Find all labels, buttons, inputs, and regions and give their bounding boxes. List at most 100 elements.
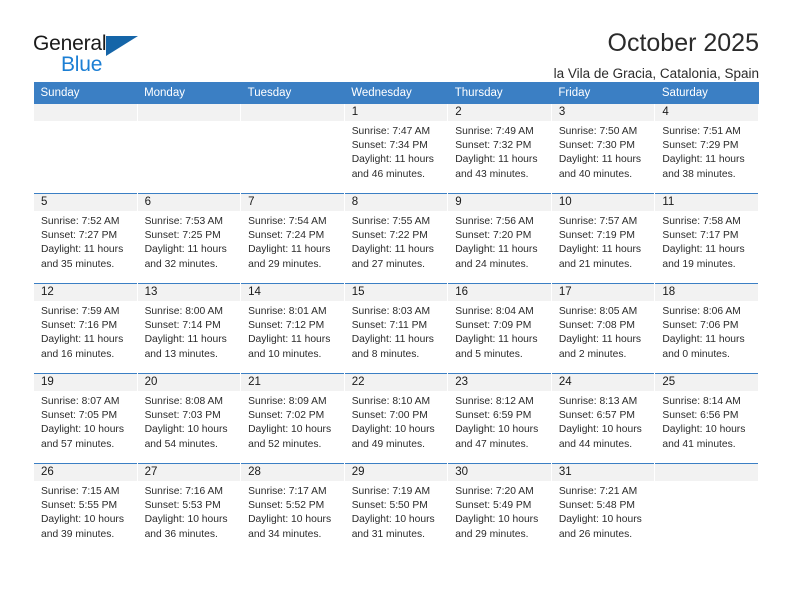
calendar-day-cell[interactable]: 28 Sunrise: 7:17 AM Sunset: 5:52 PM Dayligh… [240,463,345,553]
sunset-text: Sunset: 7:05 PM [41,410,118,422]
day-details: Sunrise: 8:01 AM Sunset: 7:12 PM Daylight:… [241,301,344,362]
day-details: Sunrise: 8:06 AM Sunset: 7:06 PM Daylight:… [655,301,758,362]
calendar-day-cell[interactable]: 11 Sunrise: 7:58 AM Sunset: 7:17 PM Dayligh… [654,193,759,284]
day-details: Sunrise: 7:54 AM Sunset: 7:24 PM Daylight:… [241,211,344,272]
day-number [241,104,344,121]
day-number: 25 [655,374,758,391]
sunset-text: Sunset: 5:49 PM [455,500,532,512]
daylight-text: Daylight: 11 hours and 40 minutes. [558,154,642,180]
generalblue-logo[interactable]: General Blue [33,28,153,76]
day-details: Sunrise: 7:16 AM Sunset: 5:53 PM Daylight:… [138,481,241,542]
calendar-day-cell[interactable]: 18 Sunrise: 8:06 AM Sunset: 7:06 PM Dayligh… [654,283,759,374]
sunrise-text: Sunrise: 8:06 AM [662,306,741,317]
day-number: 19 [34,374,137,391]
calendar-day-cell[interactable]: 7 Sunrise: 7:54 AM Sunset: 7:24 PM Daylight… [240,193,345,284]
daylight-text: Daylight: 11 hours and 27 minutes. [351,244,434,270]
daylight-text: Daylight: 10 hours and 41 minutes. [662,424,746,450]
calendar-week-row: 26 Sunrise: 7:15 AM Sunset: 5:55 PM Dayligh… [33,463,759,553]
sunrise-text: Sunrise: 7:52 AM [41,216,120,227]
sunset-text: Sunset: 7:20 PM [455,230,532,242]
sunrise-text: Sunrise: 8:00 AM [144,306,223,317]
calendar-day-cell[interactable]: 15 Sunrise: 8:03 AM Sunset: 7:11 PM Dayligh… [343,283,449,374]
daylight-text: Daylight: 11 hours and 0 minutes. [662,334,745,360]
sunset-text: Sunset: 7:14 PM [144,320,221,332]
daylight-text: Daylight: 10 hours and 49 minutes. [351,424,435,450]
calendar-day-cell[interactable]: 30 Sunrise: 7:20 AM Sunset: 5:49 PM Dayligh… [447,463,552,553]
calendar-day-cell[interactable]: 22 Sunrise: 8:10 AM Sunset: 7:00 PM Dayligh… [343,373,449,464]
day-number: 28 [241,464,344,481]
sunrise-text: Sunrise: 8:08 AM [144,396,223,407]
sunset-text: Sunset: 7:25 PM [144,230,221,242]
daylight-text: Daylight: 11 hours and 24 minutes. [455,244,538,270]
calendar-day-cell[interactable]: 12 Sunrise: 7:59 AM Sunset: 7:16 PM Dayligh… [33,283,138,374]
daylight-text: Daylight: 10 hours and 44 minutes. [558,424,642,450]
calendar-day-cell[interactable]: 10 Sunrise: 7:57 AM Sunset: 7:19 PM Dayligh… [550,193,656,284]
calendar-day-cell[interactable]: 31 Sunrise: 7:21 AM Sunset: 5:48 PM Dayligh… [550,463,656,553]
sunrise-text: Sunrise: 7:19 AM [351,486,431,497]
sunrise-text: Sunrise: 7:50 AM [558,126,638,137]
calendar-day-cell[interactable]: 2 Sunrise: 7:49 AM Sunset: 7:32 PM Daylight… [447,104,552,194]
day-details: Sunrise: 7:15 AM Sunset: 5:55 PM Daylight:… [34,481,137,542]
day-details: Sunrise: 8:04 AM Sunset: 7:09 PM Daylight:… [448,301,551,362]
calendar-day-cell[interactable]: 17 Sunrise: 8:05 AM Sunset: 7:08 PM Dayligh… [550,283,656,374]
day-details: Sunrise: 7:53 AM Sunset: 7:25 PM Daylight:… [138,211,241,272]
calendar-day-cell[interactable]: 29 Sunrise: 7:19 AM Sunset: 5:50 PM Dayligh… [343,463,449,553]
weekday-header-saturday: Saturday [654,82,759,104]
calendar-day-cell[interactable]: 19 Sunrise: 8:07 AM Sunset: 7:05 PM Dayligh… [33,373,138,464]
calendar-day-cell[interactable]: 21 Sunrise: 8:09 AM Sunset: 7:02 PM Dayligh… [240,373,345,464]
calendar-day-cell[interactable]: 3 Sunrise: 7:50 AM Sunset: 7:30 PM Daylight… [550,104,656,194]
calendar-day-cell[interactable]: 14 Sunrise: 8:01 AM Sunset: 7:12 PM Dayligh… [240,283,345,374]
daylight-text: Daylight: 10 hours and 36 minutes. [144,514,228,540]
day-number: 3 [551,104,655,121]
sunset-text: Sunset: 5:53 PM [144,500,221,512]
calendar-header-row: Sunday Monday Tuesday Wednesday Thursday… [33,82,759,104]
daylight-text: Daylight: 10 hours and 47 minutes. [455,424,539,450]
daylight-text: Daylight: 11 hours and 19 minutes. [662,244,745,270]
day-details: Sunrise: 7:52 AM Sunset: 7:27 PM Daylight:… [34,211,137,272]
sunset-text: Sunset: 5:48 PM [558,500,635,512]
calendar-day-cell[interactable]: 13 Sunrise: 8:00 AM Sunset: 7:14 PM Dayligh… [136,283,242,374]
sunset-text: Sunset: 7:00 PM [351,410,428,422]
sunrise-text: Sunrise: 8:03 AM [351,306,431,317]
calendar-day-cell[interactable]: 23 Sunrise: 8:12 AM Sunset: 6:59 PM Dayligh… [447,373,552,464]
sunset-text: Sunset: 7:02 PM [248,410,325,422]
calendar-day-cell[interactable]: 5 Sunrise: 7:52 AM Sunset: 7:27 PM Daylight… [33,193,138,284]
sunset-text: Sunset: 7:12 PM [248,320,325,332]
sunset-text: Sunset: 7:09 PM [455,320,532,332]
logo-triangle-icon [106,36,138,56]
daylight-text: Daylight: 11 hours and 29 minutes. [248,244,331,270]
calendar-day-cell[interactable]: 24 Sunrise: 8:13 AM Sunset: 6:57 PM Dayligh… [550,373,656,464]
day-details: Sunrise: 7:57 AM Sunset: 7:19 PM Daylight:… [552,211,655,272]
day-details: Sunrise: 8:00 AM Sunset: 7:14 PM Daylight:… [138,301,241,362]
day-number: 20 [137,374,241,391]
calendar-day-cell[interactable]: 27 Sunrise: 7:16 AM Sunset: 5:53 PM Dayligh… [136,463,242,553]
daylight-text: Daylight: 11 hours and 5 minutes. [455,334,538,360]
day-number: 8 [344,194,448,211]
day-number: 14 [241,284,344,301]
weekday-header-friday: Friday [551,82,655,104]
calendar-day-cell[interactable]: 6 Sunrise: 7:53 AM Sunset: 7:25 PM Daylight… [136,193,242,284]
day-number: 26 [34,464,137,481]
day-number: 30 [448,464,551,481]
calendar-day-cell[interactable]: 8 Sunrise: 7:55 AM Sunset: 7:22 PM Daylight… [343,193,449,284]
calendar-day-cell[interactable]: 1 Sunrise: 7:47 AM Sunset: 7:34 PM Daylight… [343,104,449,194]
calendar-day-cell[interactable]: 25 Sunrise: 8:14 AM Sunset: 6:56 PM Dayligh… [654,373,759,464]
calendar-day-cell[interactable]: 9 Sunrise: 7:56 AM Sunset: 7:20 PM Daylight… [447,193,552,284]
calendar-day-cell[interactable]: 4 Sunrise: 7:51 AM Sunset: 7:29 PM Daylight… [654,104,759,194]
sunset-text: Sunset: 7:17 PM [662,230,739,242]
calendar-day-cell[interactable]: 20 Sunrise: 8:08 AM Sunset: 7:03 PM Dayligh… [136,373,242,464]
day-number: 31 [551,464,655,481]
sunrise-text: Sunrise: 7:58 AM [662,216,741,227]
weekday-header-monday: Monday [137,82,241,104]
daylight-text: Daylight: 11 hours and 38 minutes. [662,154,745,180]
calendar-day-cell[interactable]: 26 Sunrise: 7:15 AM Sunset: 5:55 PM Dayligh… [33,463,138,553]
sunset-text: Sunset: 5:55 PM [41,500,118,512]
day-details: Sunrise: 7:21 AM Sunset: 5:48 PM Daylight:… [552,481,655,542]
daylight-text: Daylight: 10 hours and 52 minutes. [248,424,332,450]
logo-text-blue: Blue [61,53,103,76]
calendar-day-cell[interactable]: 16 Sunrise: 8:04 AM Sunset: 7:09 PM Dayligh… [447,283,552,374]
sunset-text: Sunset: 7:27 PM [41,230,118,242]
sunset-text: Sunset: 5:52 PM [248,500,325,512]
page-subtitle: la Vila de Gracia, Catalonia, Spain [553,66,759,81]
day-number: 5 [34,194,137,211]
